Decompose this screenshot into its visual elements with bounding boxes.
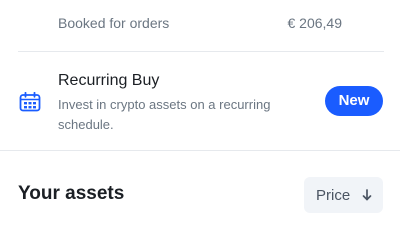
recurring-buy-title: Recurring Buy bbox=[58, 72, 160, 89]
your-assets-title: Your assets bbox=[18, 183, 125, 204]
booked-for-orders-label: Booked for orders bbox=[58, 15, 170, 31]
recurring-buy-description: Invest in crypto assets on a recurring s… bbox=[58, 97, 271, 132]
recurring-buy-row[interactable]: Recurring Buy Invest in crypto assets on… bbox=[0, 52, 400, 149]
booked-for-orders-value: € 206,49 bbox=[287, 15, 343, 31]
assets-header: Your assets Price bbox=[0, 151, 400, 226]
sort-label: Price bbox=[316, 187, 351, 204]
new-badge-button[interactable]: New bbox=[325, 86, 383, 116]
arrow-down-icon bbox=[362, 189, 372, 201]
booked-for-orders-row: Booked for orders € 206,49 bbox=[0, 0, 400, 50]
calendar-icon bbox=[19, 92, 41, 112]
sort-by-price-button[interactable]: Price bbox=[304, 177, 383, 213]
